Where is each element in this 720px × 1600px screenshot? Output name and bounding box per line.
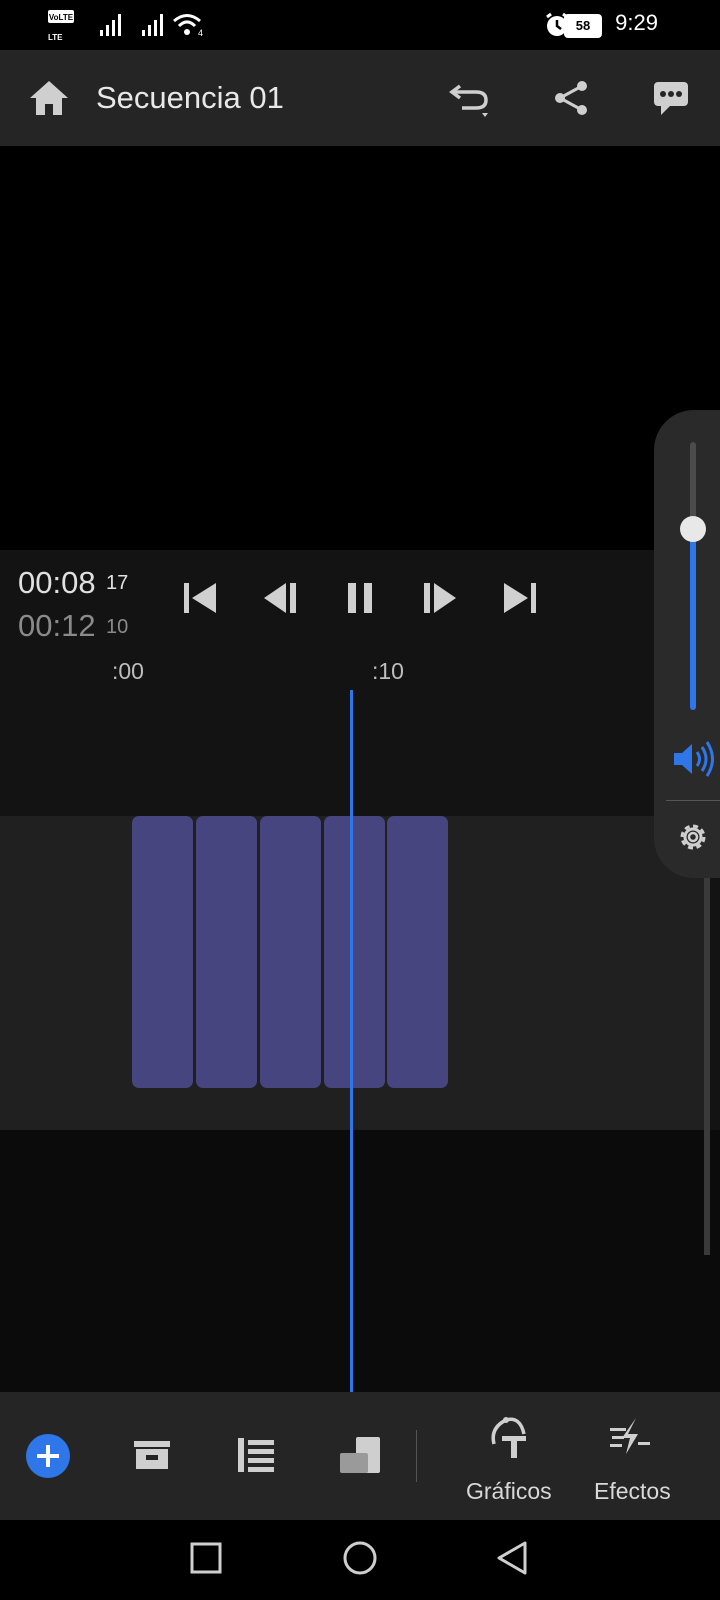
graphics-label[interactable]: Gráficos: [466, 1478, 552, 1505]
undo-icon[interactable]: [446, 73, 496, 123]
share-icon[interactable]: [546, 73, 596, 123]
effects-icon[interactable]: [608, 1414, 654, 1460]
home-circle-icon[interactable]: [338, 1536, 382, 1580]
svg-text:4: 4: [198, 28, 203, 38]
list-icon[interactable]: [234, 1432, 278, 1478]
skip-to-end-icon[interactable]: [498, 578, 542, 618]
home-icon[interactable]: [24, 73, 74, 123]
recents-square-icon[interactable]: [184, 1536, 228, 1580]
duration-timecode-frames: 10: [106, 616, 129, 638]
wifi-icon: 4: [172, 12, 206, 38]
signal-icon: [100, 12, 124, 38]
pause-icon[interactable]: [338, 578, 382, 618]
page-title: Secuencia 01: [96, 80, 284, 115]
volte-text: VoLTE: [49, 13, 74, 22]
graphics-icon[interactable]: [486, 1414, 532, 1460]
clip[interactable]: [387, 816, 448, 1088]
current-timecode-frames: 17: [106, 572, 129, 594]
volume-slider-fill: [690, 530, 696, 710]
lte-text: LTE: [48, 33, 63, 42]
volume-icon[interactable]: [672, 740, 714, 778]
step-forward-icon[interactable]: [418, 578, 462, 618]
video-preview[interactable]: [0, 146, 720, 550]
status-bar: VoLTE LTE 4 58 9:29: [0, 0, 720, 50]
volume-panel-divider: [666, 800, 720, 801]
add-icon[interactable]: [26, 1434, 70, 1478]
timeline-scrollbar[interactable]: [704, 870, 710, 1255]
current-timecode: 00:08: [18, 565, 96, 600]
step-back-icon[interactable]: [258, 578, 302, 618]
empty-track-area: [0, 1130, 720, 1392]
clip[interactable]: [324, 816, 385, 1088]
volume-slider-thumb[interactable]: [680, 516, 706, 542]
media-box-icon[interactable]: [130, 1432, 174, 1478]
playhead[interactable]: [350, 690, 353, 1392]
clock-time: 9:29: [615, 10, 658, 35]
clip[interactable]: [196, 816, 257, 1088]
resize-icon[interactable]: [338, 1432, 382, 1478]
feedback-icon[interactable]: [646, 73, 696, 123]
ruler-label-start: :00: [112, 658, 144, 684]
ruler-label-10: :10: [372, 658, 404, 684]
volume-panel: [654, 410, 720, 878]
skip-to-start-icon[interactable]: [178, 578, 222, 618]
battery-icon: 58: [564, 14, 602, 38]
clip[interactable]: [260, 816, 321, 1088]
clip[interactable]: [132, 816, 193, 1088]
effects-label[interactable]: Efectos: [594, 1478, 671, 1505]
signal-icon: [142, 12, 166, 38]
volte-icon: VoLTE LTE: [48, 10, 82, 42]
back-triangle-icon[interactable]: [490, 1536, 534, 1580]
duration-timecode: 00:12: [18, 608, 96, 643]
toolbar-divider: [416, 1430, 417, 1482]
settings-gear-icon[interactable]: [674, 818, 712, 856]
